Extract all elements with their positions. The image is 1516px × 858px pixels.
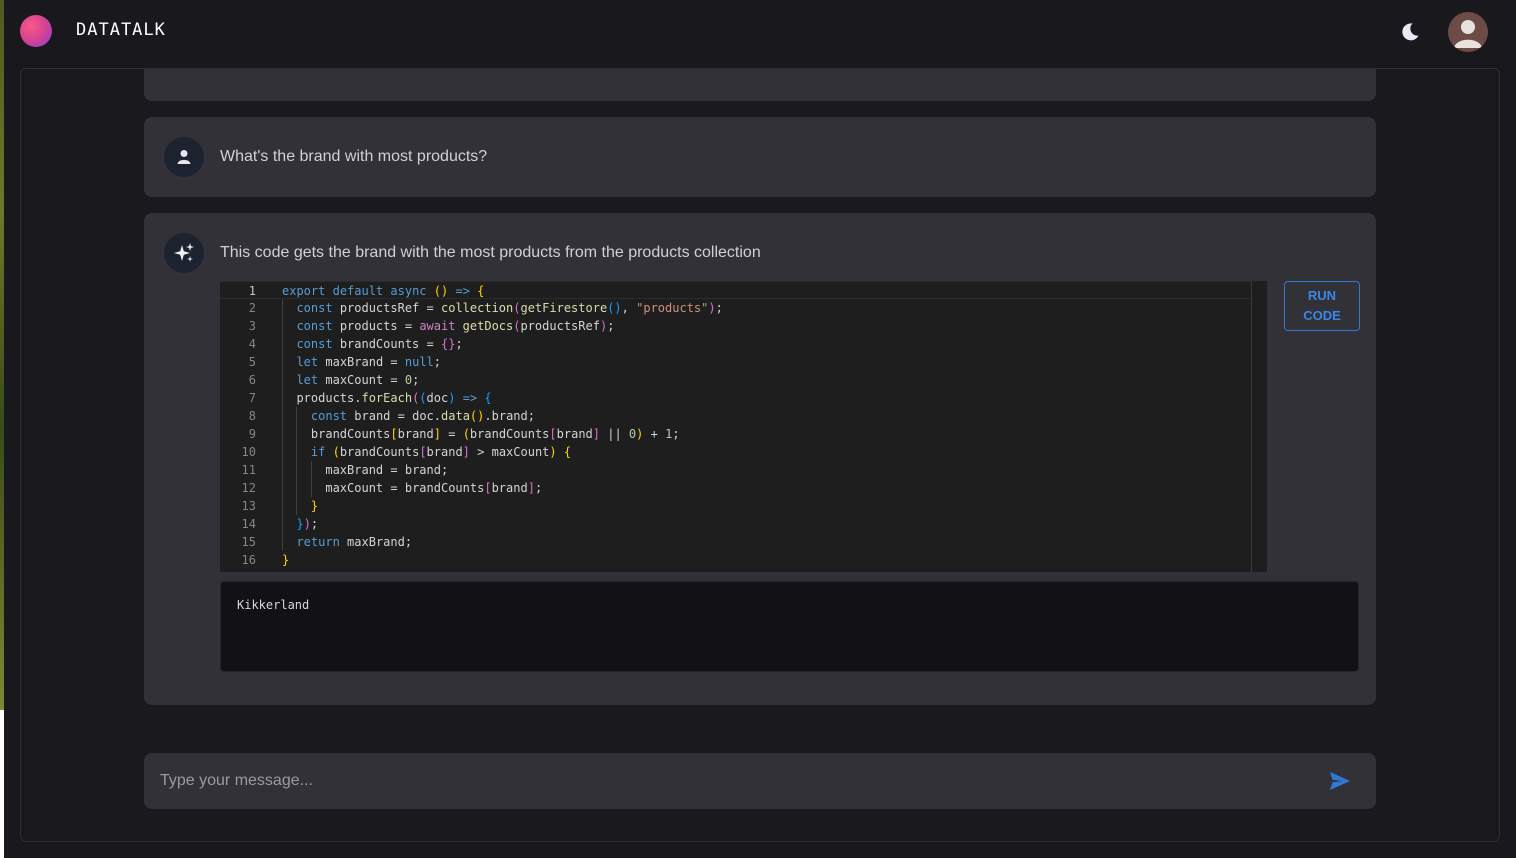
code-editor[interactable]: 1 export default async () => {2 const pro… [220, 281, 1267, 572]
background-edge-lower [0, 710, 4, 858]
line-number: 11 [241, 463, 256, 477]
line-number: 2 [248, 301, 256, 315]
code-line: 6 let maxCount = 0; [220, 371, 1253, 389]
chat-panel: What's the brand with most products? Thi… [20, 68, 1500, 842]
code-text: maxBrand = brand; [325, 463, 449, 477]
line-number: 16 [241, 553, 256, 567]
top-bar: DATATALK [4, 0, 1516, 64]
code-text: }); [296, 517, 319, 531]
line-number: 10 [241, 445, 256, 459]
line-number: 5 [248, 355, 256, 369]
send-icon[interactable] [1328, 769, 1352, 793]
line-number: 14 [241, 517, 256, 531]
code-text: return maxBrand; [296, 535, 413, 549]
indent-guide [310, 461, 312, 497]
code-text: brandCounts[brand] = (brandCounts[brand]… [310, 427, 680, 441]
code-text: maxCount = brandCounts[brand]; [325, 481, 543, 495]
user-message-text: What's the brand with most products? [220, 148, 488, 165]
line-number: 4 [248, 337, 256, 351]
logo-icon [20, 15, 52, 47]
code-line: 10 if (brandCounts[brand] > maxCount) { [220, 443, 1253, 461]
code-text: products.forEach((doc) => { [296, 391, 492, 405]
line-number: 15 [241, 535, 256, 549]
code-line: 3 const products = await getDocs(product… [220, 317, 1253, 335]
indent-guide [296, 407, 298, 515]
code-line: 12 maxCount = brandCounts[brand]; [220, 479, 1253, 497]
background-edge [0, 0, 4, 710]
code-line: 9 brandCounts[brand] = (brandCounts[bran… [220, 425, 1253, 443]
code-line: 14 }); [220, 515, 1253, 533]
message-composer [144, 753, 1376, 809]
line-number: 9 [248, 427, 256, 441]
line-number: 1 [248, 284, 256, 298]
user-avatar-icon[interactable] [1448, 12, 1488, 52]
line-number: 3 [248, 319, 256, 333]
code-line: 16} [220, 551, 1253, 569]
line-number: 12 [241, 481, 256, 495]
indent-guide [282, 299, 283, 551]
assistant-message-text: This code gets the brand with the most p… [220, 244, 761, 261]
user-message: What's the brand with most products? [144, 117, 1376, 197]
code-output: Kikkerland [220, 581, 1359, 672]
line-number: 8 [248, 409, 256, 423]
assistant-message: This code gets the brand with the most p… [144, 213, 1376, 705]
code-line: 7 products.forEach((doc) => { [220, 389, 1253, 407]
code-text: } [310, 499, 319, 513]
run-code-button[interactable]: RUN CODE [1284, 281, 1360, 331]
code-line: 13 } [220, 497, 1253, 515]
code-line: 5 let maxBrand = null; [220, 353, 1253, 371]
code-output-text: Kikkerland [237, 598, 310, 612]
moon-icon[interactable] [1398, 20, 1422, 44]
person-icon [164, 137, 204, 177]
code-text: if (brandCounts[brand] > maxCount) { [310, 445, 572, 459]
line-number: 7 [248, 391, 256, 405]
code-line: 15 return maxBrand; [220, 533, 1253, 551]
code-text: const brand = doc.data().brand; [310, 409, 535, 423]
line-number: 13 [241, 499, 256, 513]
code-text: let maxBrand = null; [296, 355, 442, 369]
code-text: const brandCounts = {}; [296, 337, 463, 351]
code-line: 2 const productsRef = collection(getFire… [220, 299, 1253, 317]
code-line: 11 maxBrand = brand; [220, 461, 1253, 479]
sparkles-icon [164, 233, 204, 273]
code-line: 1 export default async () => { [220, 281, 1253, 299]
message-input[interactable] [160, 753, 1310, 809]
code-text: } [282, 553, 290, 567]
code-text: export default async () => { [282, 284, 485, 298]
line-number: 6 [248, 373, 256, 387]
run-code-label-line2: CODE [1303, 308, 1341, 323]
previous-message-card [144, 69, 1376, 101]
code-text: const productsRef = collection(getFirest… [296, 301, 723, 315]
code-text: const products = await getDocs(productsR… [296, 319, 615, 333]
code-line: 8 const brand = doc.data().brand; [220, 407, 1253, 425]
code-text: let maxCount = 0; [296, 373, 420, 387]
app-title: DATATALK [76, 20, 166, 40]
run-code-label-line1: RUN [1307, 288, 1337, 303]
code-line: 4 const brandCounts = {}; [220, 335, 1253, 353]
